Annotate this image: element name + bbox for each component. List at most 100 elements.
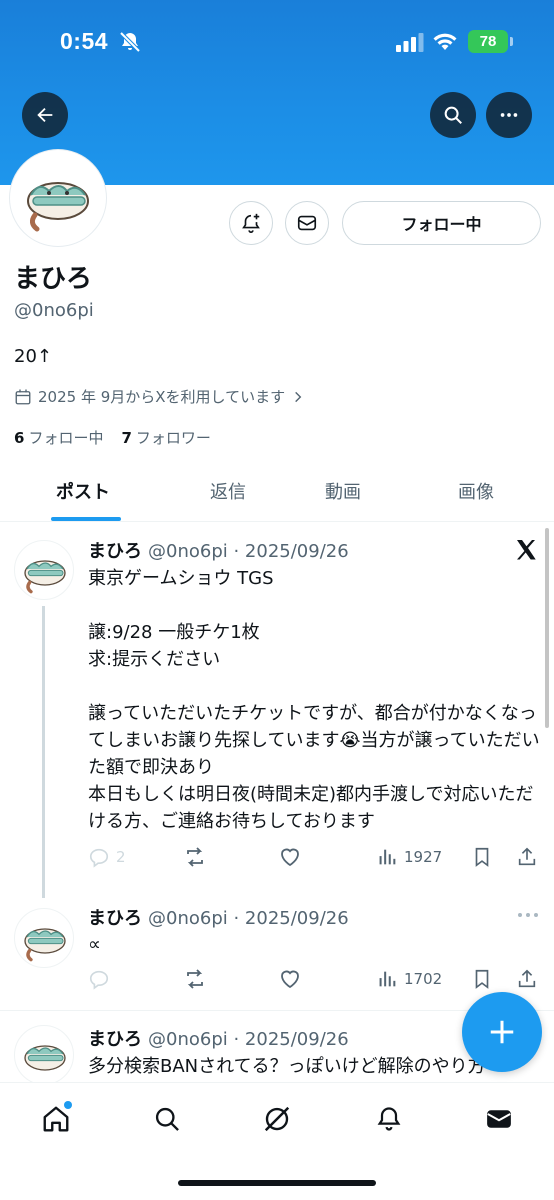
- compose-button[interactable]: [462, 992, 542, 1072]
- notify-button[interactable]: [229, 201, 273, 245]
- tab-posts[interactable]: ポスト: [56, 478, 110, 504]
- post-text: 東京ゲームショウ TGS 譲:9/28 一般チケ1枚 求:提示ください 譲ってい…: [88, 568, 540, 832]
- share-icon: [518, 847, 536, 866]
- post-avatar[interactable]: [14, 540, 74, 600]
- arrow-left-icon: [37, 107, 53, 123]
- active-tab-indicator: [51, 517, 121, 521]
- search-button[interactable]: [430, 92, 476, 138]
- signal-icon: [396, 33, 424, 52]
- post-item[interactable]: まひろ @0no6pi · 2025/09/26 東京ゲームショウ TGS 譲:9…: [0, 528, 554, 898]
- message-button[interactable]: [285, 201, 329, 245]
- heart-icon: [281, 848, 299, 867]
- post-header: まひろ @0no6pi · 2025/09/26: [88, 1025, 349, 1051]
- view-count: 1702: [404, 970, 443, 988]
- reply-button[interactable]: [88, 964, 110, 994]
- more-options-button[interactable]: [486, 92, 532, 138]
- joined-date[interactable]: 2025 年 9月からXを利用しています: [14, 386, 305, 407]
- repost-icon: [187, 969, 203, 989]
- followers-count: 7: [121, 429, 132, 447]
- views-button[interactable]: 1702: [376, 964, 442, 994]
- grok-icon: [264, 1106, 290, 1132]
- cat-avatar-image: [24, 928, 66, 962]
- search-icon: [444, 106, 462, 124]
- tab-replies[interactable]: 返信: [210, 478, 246, 504]
- following-count: 6: [14, 429, 25, 447]
- post-actions: 1702: [88, 964, 543, 994]
- share-icon: [518, 969, 536, 988]
- back-button[interactable]: [22, 92, 68, 138]
- post-meta: @0no6pi · 2025/09/26: [148, 541, 349, 562]
- repost-icon: [187, 847, 203, 867]
- post-meta: @0no6pi · 2025/09/26: [148, 908, 349, 929]
- envelope-icon: [297, 215, 317, 231]
- following-button[interactable]: フォロー中: [342, 201, 541, 245]
- reply-count: 2: [116, 848, 126, 866]
- tab-videos[interactable]: 動画: [325, 478, 361, 504]
- cat-avatar-image: [27, 182, 89, 232]
- plus-icon: [490, 1020, 514, 1044]
- tab-images[interactable]: 画像: [458, 478, 494, 504]
- like-button[interactable]: [278, 964, 302, 994]
- bookmark-icon: [475, 969, 489, 989]
- more-dots-icon[interactable]: [516, 910, 540, 920]
- chevron-right-icon: [295, 391, 302, 402]
- x-logo-icon: [517, 540, 536, 560]
- bookmark-button[interactable]: [471, 964, 493, 994]
- post-text: 多分検索BANされてる？っぽいけど解除のやり方: [88, 1056, 486, 1077]
- repost-button[interactable]: [183, 964, 207, 994]
- share-button[interactable]: [516, 842, 538, 872]
- home-indicator: [178, 1180, 376, 1186]
- views-button[interactable]: 1927: [376, 842, 442, 872]
- scrollbar[interactable]: [545, 528, 549, 728]
- post-avatar[interactable]: [14, 1025, 74, 1082]
- battery-indicator: 78: [468, 30, 508, 53]
- profile-bio: 20↑: [14, 346, 52, 367]
- profile-avatar[interactable]: [10, 150, 106, 246]
- view-count: 1927: [404, 848, 443, 866]
- reply-button[interactable]: 2: [88, 842, 126, 872]
- post-author-name[interactable]: まひろ: [88, 541, 142, 562]
- home-badge-dot: [64, 1101, 72, 1109]
- profile-handle: @0no6pi: [14, 300, 94, 321]
- post-author-name[interactable]: まひろ: [88, 1029, 142, 1050]
- profile-name: まひろ: [14, 264, 93, 294]
- following-link[interactable]: 6 フォロー中: [14, 427, 103, 448]
- joined-text: 2025 年 9月からXを利用しています: [38, 388, 286, 406]
- reply-icon: [89, 848, 109, 868]
- share-button[interactable]: [516, 964, 538, 994]
- post-header: まひろ @0no6pi · 2025/09/26: [88, 537, 349, 563]
- followers-link[interactable]: 7 フォロワー: [121, 427, 210, 448]
- status-bar: 0:54 78: [0, 0, 554, 80]
- follow-stats: 6 フォロー中 7 フォロワー: [14, 427, 211, 448]
- nav-home[interactable]: [36, 1099, 76, 1139]
- mute-bell-icon: [119, 31, 141, 53]
- repost-button[interactable]: [183, 842, 207, 872]
- battery-cap: [510, 37, 513, 46]
- calendar-icon: [15, 389, 31, 404]
- bar-chart-icon: [379, 849, 396, 865]
- post-header: まひろ @0no6pi · 2025/09/26: [88, 904, 349, 930]
- post-actions: 2 1927: [88, 842, 543, 872]
- bookmark-button[interactable]: [471, 842, 493, 872]
- more-dots-icon: [500, 113, 518, 117]
- bar-chart-icon: [379, 971, 396, 987]
- nav-search[interactable]: [147, 1099, 187, 1139]
- reply-icon: [89, 970, 109, 990]
- envelope-icon: [487, 1110, 511, 1128]
- post-item[interactable]: まひろ @0no6pi · 2025/09/26 ∝ 1702: [0, 898, 554, 1010]
- post-meta: @0no6pi · 2025/09/26: [148, 1029, 349, 1050]
- nav-grok[interactable]: [257, 1099, 297, 1139]
- nav-messages[interactable]: [479, 1099, 519, 1139]
- like-button[interactable]: [278, 842, 302, 872]
- thread-line: [42, 606, 45, 898]
- cat-avatar-image: [24, 1045, 66, 1071]
- heart-icon: [281, 970, 299, 989]
- post-author-name[interactable]: まひろ: [88, 908, 142, 929]
- post-avatar[interactable]: [14, 908, 74, 968]
- followers-label: フォロワー: [135, 429, 211, 447]
- bell-plus-icon: [242, 213, 260, 233]
- nav-notifications[interactable]: [369, 1099, 409, 1139]
- bell-icon: [377, 1107, 401, 1131]
- cat-avatar-image: [24, 560, 66, 594]
- status-time: 0:54: [60, 28, 109, 54]
